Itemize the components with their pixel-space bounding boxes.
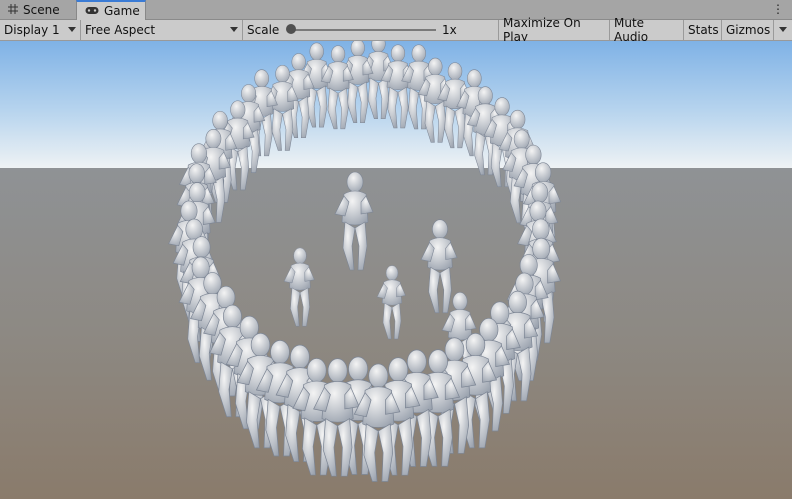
gizmos-label: Gizmos (726, 23, 771, 37)
maximize-label: Maximize On Play (503, 16, 581, 44)
scale-slider-track[interactable] (290, 29, 436, 31)
chevron-down-icon (230, 27, 238, 32)
tab-scene-label: Scene (23, 2, 60, 17)
scale-value: 1x (442, 23, 457, 37)
stats-button[interactable]: Stats (684, 20, 722, 40)
tab-game-label: Game (104, 4, 140, 18)
gizmos-button[interactable]: Gizmos (722, 20, 774, 40)
scale-label: Scale (247, 23, 280, 37)
stats-label: Stats (688, 23, 719, 37)
scale-slider-thumb[interactable] (286, 24, 296, 34)
chevron-down-icon (779, 27, 787, 32)
grid-icon (8, 3, 18, 17)
display-label: Display 1 (4, 23, 60, 37)
tab-game[interactable]: Game (76, 0, 146, 20)
display-dropdown[interactable]: Display 1 (0, 20, 81, 40)
tab-scene[interactable]: Scene (0, 0, 72, 19)
aspect-dropdown[interactable]: Free Aspect (81, 20, 243, 40)
gizmos-dropdown[interactable] (774, 20, 792, 40)
maximize-on-play-button[interactable]: Maximize On Play (499, 16, 610, 44)
chevron-down-icon (68, 27, 76, 32)
gamepad-icon (85, 4, 99, 18)
rendered-scene (0, 41, 792, 499)
mute-audio-button[interactable]: Mute Audio (610, 16, 684, 44)
mute-label: Mute Audio (614, 16, 649, 44)
kebab-menu-icon[interactable]: ⋮ (772, 2, 784, 16)
game-viewport[interactable] (0, 41, 792, 499)
aspect-label: Free Aspect (85, 23, 156, 37)
